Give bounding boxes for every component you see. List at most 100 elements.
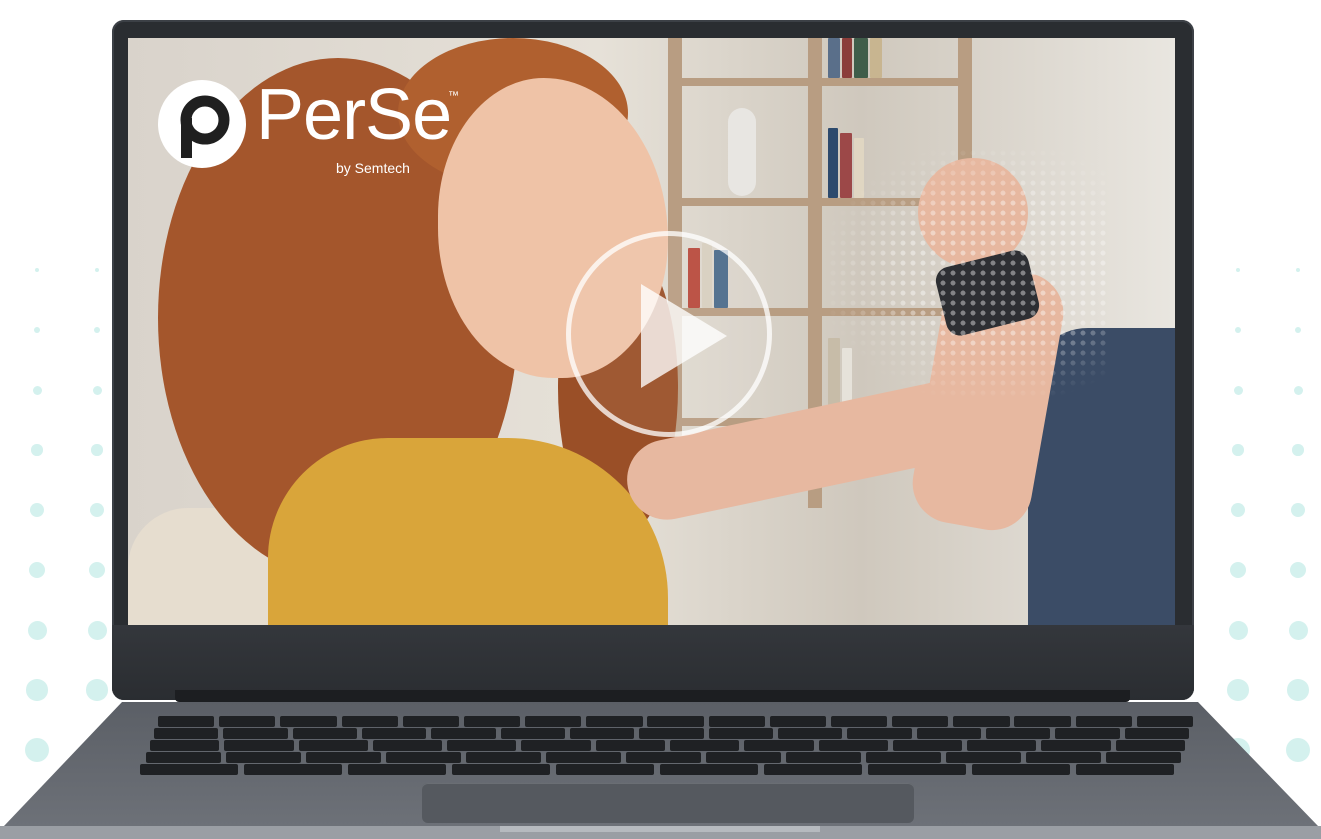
background-dot [95,268,99,272]
brand-byline: by Semtech [336,160,410,176]
keyboard-key [595,740,666,751]
laptop-bezel-chin [112,625,1194,700]
keyboard-key [525,716,582,727]
book [828,38,840,78]
keyboard-key [660,764,759,775]
keyboard-key [1026,752,1102,763]
background-dot [1236,268,1240,272]
keyboard-key [146,752,222,763]
background-dot [1292,444,1304,456]
background-dot [1291,503,1305,517]
bookshelf-shelf [668,78,968,86]
laptop-keyboard [140,716,1194,778]
keyboard-key [219,716,276,727]
background-dot [1229,561,1247,579]
play-button[interactable] [566,231,772,437]
keyboard-key [639,728,704,739]
background-dot [87,620,107,640]
background-dot [1231,503,1245,517]
background-dot [90,503,104,517]
keyboard-key [158,716,215,727]
keyboard-key [386,752,462,763]
keyboard-key [500,728,566,739]
keyboard-key [280,716,337,727]
keyboard-key [769,716,827,727]
background-dot [1289,561,1307,579]
keyboard-key [372,740,443,751]
vase [728,108,756,196]
background-dot [1293,385,1303,395]
background-dot [28,561,46,579]
keyboard-key [306,752,382,763]
keyboard-key [866,752,942,763]
keyboard-key [818,740,888,751]
background-dot [26,679,48,701]
background-dot [30,503,44,517]
keyboard-key [1106,752,1182,763]
keyboard-key [341,716,398,727]
keyboard-key [1076,764,1175,775]
keyboard-key [452,764,551,775]
keyboard-key [892,716,949,727]
keyboard-key [1136,716,1194,727]
book [854,38,868,78]
background-dot [1287,679,1309,701]
trademark-symbol: ™ [448,90,459,102]
background-dot [32,385,42,395]
perse-logo: PerSe ™ [158,75,488,173]
keyboard-key [466,752,542,763]
background-dot [27,620,47,640]
keyboard-key [150,740,220,751]
background-dot [1228,620,1248,640]
halftone-overlay [828,148,1108,398]
background-dot [88,561,106,579]
background-dot [1233,385,1243,395]
keyboard-key [892,740,963,751]
keyboard-key [1124,728,1190,739]
keyboard-key [292,728,358,739]
keyboard-key [348,764,447,775]
background-dot [1234,326,1242,334]
keyboard-key [244,764,343,775]
keyboard-key [647,716,704,727]
keyboard-key [223,728,288,739]
background-dot [31,444,43,456]
trackpad[interactable] [422,783,914,823]
keyboard-key [226,752,302,763]
background-dot [86,679,108,701]
keyboard-key [447,740,517,751]
keyboard-key [967,740,1037,751]
keyboard-key [1041,740,1111,751]
background-dot [1227,679,1249,701]
perse-p-icon [158,80,246,168]
keyboard-key [1055,728,1120,739]
keyboard-key [586,716,643,727]
keyboard-key [402,716,459,727]
background-dot [91,444,103,456]
video-player[interactable]: PerSe ™ by Semtech [128,38,1175,625]
keyboard-key [868,764,967,775]
keyboard-key [1115,740,1186,751]
background-dot [35,268,39,272]
keyboard-key [706,752,782,763]
keyboard-key [953,716,1010,727]
keyboard-key [847,728,912,739]
keyboard-key [946,752,1022,763]
keyboard-key [764,764,863,775]
keyboard-key [546,752,622,763]
play-icon [641,284,727,388]
book [870,38,882,78]
keyboard-key [778,728,843,739]
keyboard-key [154,728,219,739]
keyboard-key [708,728,774,739]
keyboard-key [224,740,294,751]
keyboard-key [298,740,368,751]
keyboard-key [431,728,496,739]
keyboard-key [463,716,521,727]
book [842,38,852,78]
keyboard-key [521,740,591,751]
keyboard-key [626,752,702,763]
keyboard-key [830,716,888,727]
keyboard-key [140,764,239,775]
background-dot [1294,326,1302,334]
